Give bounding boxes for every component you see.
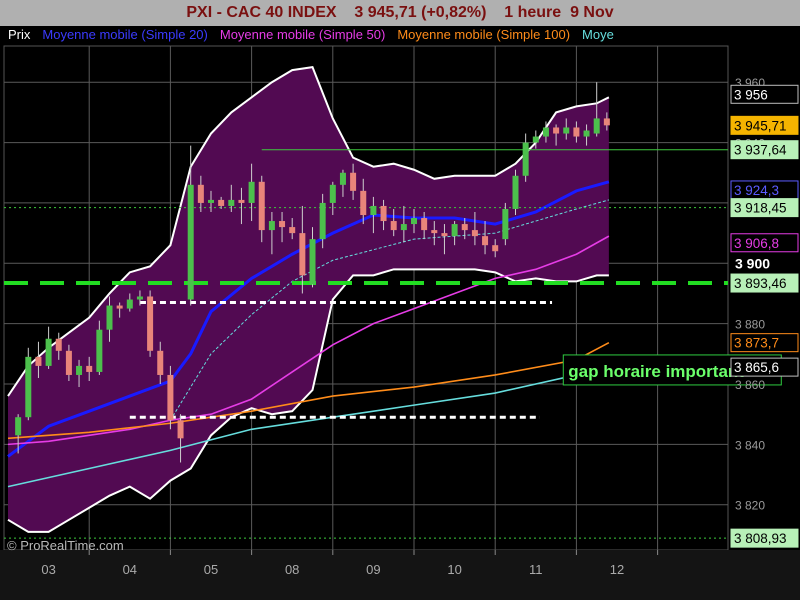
y-tick-label: 3 860	[735, 378, 765, 392]
candle-body	[187, 184, 194, 300]
candlestick-chart: gap horaire important Prix Moyenne mobile…	[0, 26, 800, 600]
candle-body	[65, 350, 72, 375]
annotation-text: gap horaire important	[568, 362, 744, 381]
candle-body	[329, 184, 336, 203]
candle-body	[268, 221, 275, 231]
price-label: 3 893,46	[734, 276, 787, 291]
candle-body	[279, 221, 286, 228]
candle-body	[502, 208, 509, 240]
price-label: 3 873,7	[734, 336, 779, 351]
candle-body	[390, 221, 397, 231]
legend-item: Moyenne mobile (Simple 20)	[42, 27, 207, 42]
candle-body	[482, 236, 489, 246]
candle-body	[147, 296, 154, 351]
candle-body	[593, 118, 600, 134]
price-label: 3 924,3	[734, 183, 779, 198]
x-tick-label: 10	[447, 562, 461, 577]
candle-body	[228, 199, 235, 206]
candle-body	[512, 175, 519, 209]
candle-body	[76, 365, 83, 375]
candle-body	[339, 172, 346, 185]
x-tick-label: 04	[123, 562, 137, 577]
candle-body	[370, 205, 377, 216]
candle-body	[299, 233, 306, 276]
candle-body	[319, 202, 326, 240]
candle-body	[441, 233, 448, 237]
legend-item: Moyenne mobile (Simple 100)	[397, 27, 570, 42]
x-tick-label: 08	[285, 562, 299, 577]
price-label: 3 918,45	[734, 201, 787, 216]
candle-body	[573, 127, 580, 137]
candle-body	[380, 205, 387, 222]
candle-body	[35, 356, 42, 366]
candle-body	[167, 374, 174, 421]
candle-body	[208, 199, 214, 203]
candle-body	[106, 305, 113, 330]
candle-body	[522, 142, 529, 176]
watermark: © ProRealTime.com	[7, 538, 124, 553]
x-tick-label: 05	[204, 562, 218, 577]
candle-body	[258, 181, 265, 231]
candle-body	[492, 245, 499, 252]
legend-item: Prix	[8, 27, 31, 42]
candle-body	[136, 296, 143, 300]
candle-body	[289, 227, 296, 234]
candle-body	[55, 338, 62, 351]
legend-item: Moye	[582, 27, 614, 42]
candle-body	[471, 230, 478, 237]
x-tick-label: 03	[41, 562, 55, 577]
candle-body	[542, 127, 549, 137]
candle-body	[451, 224, 458, 237]
candle-body	[532, 136, 539, 143]
x-tick-label: 11	[529, 562, 543, 577]
price-label: 3 808,93	[734, 531, 787, 546]
candle-body	[563, 127, 570, 134]
candle-body	[157, 350, 164, 375]
price-label: 3 906,8	[734, 236, 779, 251]
candle-body	[400, 224, 407, 231]
candle-body	[218, 199, 225, 206]
candle-body	[45, 338, 52, 366]
candle-body	[360, 190, 367, 216]
candle-body	[248, 181, 255, 203]
candle-body	[309, 239, 316, 285]
candle-body	[96, 329, 103, 372]
y-tick-label: 3 820	[735, 499, 765, 513]
price-label-bold: 3 900	[735, 255, 770, 271]
price-label: 3 956	[734, 87, 768, 102]
candle-body	[350, 172, 357, 191]
candle-body	[238, 199, 245, 203]
price-label: 3 865,6	[734, 360, 779, 375]
x-axis-strip	[0, 550, 800, 600]
legend: Prix Moyenne mobile (Simple 20) Moyenne mo…	[4, 26, 728, 44]
candle-body	[461, 224, 468, 231]
x-tick-label: 09	[366, 562, 380, 577]
price-label: 3 945,71	[734, 118, 787, 133]
candle-body	[197, 184, 204, 203]
candle-body	[411, 218, 417, 225]
candle-body	[86, 365, 93, 372]
candle-body	[431, 230, 438, 234]
candle-body	[603, 118, 610, 126]
y-tick-label: 3 840	[735, 438, 765, 452]
legend-item: Moyenne mobile (Simple 50)	[220, 27, 385, 42]
candle-body	[177, 420, 184, 439]
x-tick-label: 12	[610, 562, 624, 577]
y-tick-label: 3 880	[735, 318, 765, 332]
candle-body	[553, 127, 560, 134]
candle-body	[583, 130, 590, 137]
candle-body	[25, 356, 32, 418]
candle-body	[126, 299, 133, 309]
candle-body	[15, 417, 22, 436]
candle-body	[421, 218, 428, 231]
candle-body	[116, 305, 123, 309]
price-label: 3 937,64	[734, 143, 787, 158]
